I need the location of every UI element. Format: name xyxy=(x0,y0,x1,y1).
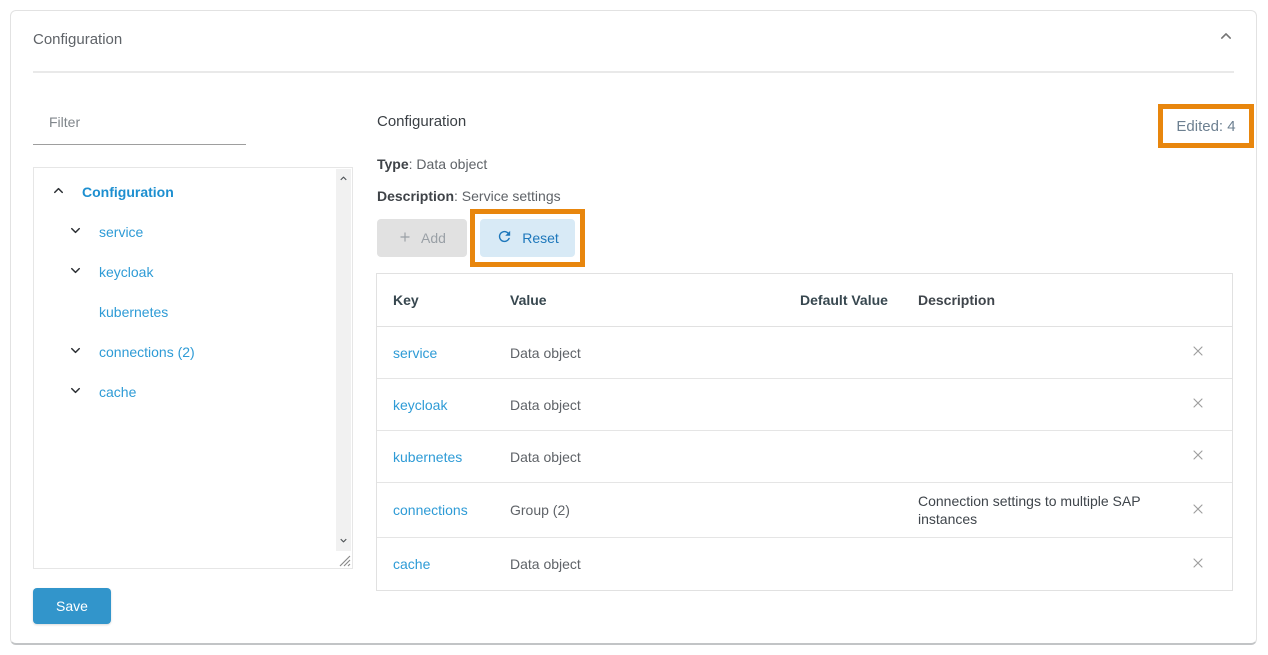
table-header-row: Key Value Default Value Description xyxy=(377,274,1232,327)
key-link[interactable]: keycloak xyxy=(393,397,447,413)
header-divider xyxy=(33,71,1234,73)
value-cell: Data object xyxy=(494,344,794,362)
expand-node-button[interactable] xyxy=(67,384,83,400)
chevron-down-icon xyxy=(68,383,83,401)
chevron-up-icon xyxy=(51,183,66,201)
edited-count-badge: Edited: 4 xyxy=(1176,118,1235,135)
tree-item-connections[interactable]: connections (2) xyxy=(99,344,195,360)
close-icon xyxy=(1190,395,1206,414)
tree-node-kubernetes: kubernetes xyxy=(99,302,168,322)
column-header-default-value: Default Value xyxy=(794,291,894,309)
key-link[interactable]: service xyxy=(393,345,437,361)
delete-row-button[interactable] xyxy=(1186,393,1210,417)
chevron-down-icon xyxy=(68,343,83,361)
chevron-down-icon xyxy=(68,263,83,281)
close-icon xyxy=(1190,343,1206,362)
description-label: Description xyxy=(377,188,454,204)
tree-item-service[interactable]: service xyxy=(99,224,143,240)
configuration-card: Configuration Configuration service xyxy=(10,10,1257,645)
tree-item-cache[interactable]: cache xyxy=(99,384,136,400)
tree-node-configuration: Configuration xyxy=(50,182,174,202)
reset-button[interactable]: Reset xyxy=(480,219,575,257)
save-button[interactable]: Save xyxy=(33,588,111,624)
table-row: connections Group (2) Connection setting… xyxy=(377,483,1232,538)
add-button[interactable]: Add xyxy=(377,219,467,257)
selected-node-title: Configuration xyxy=(377,113,466,130)
tree-node-cache: cache xyxy=(67,382,136,402)
value-cell: Group (2) xyxy=(494,501,794,519)
delete-row-button[interactable] xyxy=(1186,341,1210,365)
tree-item-kubernetes[interactable]: kubernetes xyxy=(99,304,168,320)
chevron-down-icon[interactable] xyxy=(338,533,349,549)
value-cell: Data object xyxy=(494,555,794,573)
description-line: Description: Service settings xyxy=(377,188,561,204)
expand-node-button[interactable] xyxy=(67,344,83,360)
collapse-node-button[interactable] xyxy=(50,184,66,200)
key-link[interactable]: cache xyxy=(393,556,430,572)
column-header-key: Key xyxy=(377,291,494,309)
tree-item-keycloak[interactable]: keycloak xyxy=(99,264,153,280)
table-row: keycloak Data object xyxy=(377,379,1232,431)
close-icon xyxy=(1190,555,1206,574)
chevron-down-icon xyxy=(68,223,83,241)
collapse-panel-button[interactable] xyxy=(1214,25,1238,49)
type-label: Type xyxy=(377,156,409,172)
tree-node-service: service xyxy=(67,222,143,242)
tree-node-keycloak: keycloak xyxy=(67,262,153,282)
close-icon xyxy=(1190,501,1206,520)
reset-highlight-box: Reset xyxy=(470,209,585,267)
tree-node-connections: connections (2) xyxy=(67,342,195,362)
config-tree-panel: Configuration service keycloak kubernete… xyxy=(33,167,353,569)
description-cell: Connection settings to multiple SAP inst… xyxy=(894,492,1162,528)
chevron-up-icon xyxy=(1216,26,1236,49)
description-value: : Service settings xyxy=(454,188,561,204)
chevron-up-icon[interactable] xyxy=(338,171,349,187)
key-link[interactable]: kubernetes xyxy=(393,449,462,465)
card-title: Configuration xyxy=(33,31,122,48)
type-line: Type: Data object xyxy=(377,156,487,172)
delete-row-button[interactable] xyxy=(1186,445,1210,469)
reset-button-label: Reset xyxy=(522,230,559,246)
edited-highlight-box: Edited: 4 xyxy=(1158,104,1254,148)
delete-row-button[interactable] xyxy=(1186,552,1210,576)
tree-item-configuration[interactable]: Configuration xyxy=(82,184,174,200)
expand-node-button[interactable] xyxy=(67,224,83,240)
tree-scrollbar[interactable] xyxy=(336,169,351,551)
expand-node-button[interactable] xyxy=(67,264,83,280)
column-header-value: Value xyxy=(494,291,794,309)
resize-grip-icon[interactable] xyxy=(337,553,351,567)
filter-input[interactable] xyxy=(33,101,246,145)
table-row: cache Data object xyxy=(377,538,1232,590)
add-button-label: Add xyxy=(421,230,446,246)
table-row: service Data object xyxy=(377,327,1232,379)
plus-icon xyxy=(398,230,412,247)
value-cell: Data object xyxy=(494,396,794,414)
refresh-icon xyxy=(496,228,513,248)
value-cell: Data object xyxy=(494,448,794,466)
config-table: Key Value Default Value Description serv… xyxy=(376,273,1233,591)
close-icon xyxy=(1190,447,1206,466)
type-value: : Data object xyxy=(409,156,488,172)
column-header-description: Description xyxy=(894,291,1162,309)
table-row: kubernetes Data object xyxy=(377,431,1232,483)
delete-row-button[interactable] xyxy=(1186,498,1210,522)
key-link[interactable]: connections xyxy=(393,502,468,518)
